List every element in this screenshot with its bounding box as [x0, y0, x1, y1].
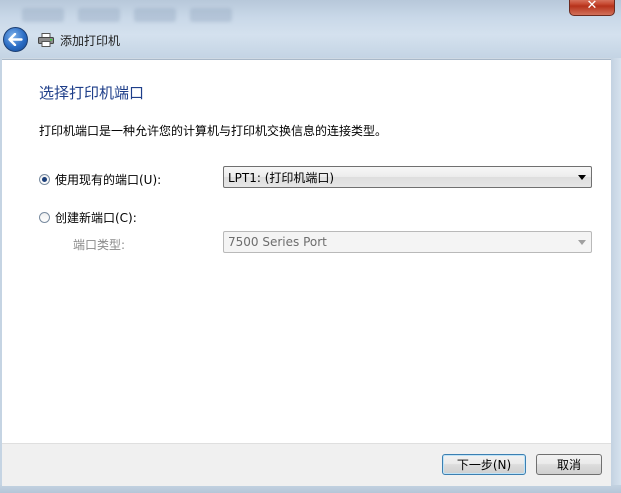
close-icon: ✕ [586, 0, 598, 13]
create-new-port-label[interactable]: 创建新端口(C): [55, 209, 137, 226]
blurred-menu-item [22, 8, 64, 22]
window-frame-bottom [0, 485, 621, 493]
create-new-port-radio[interactable] [39, 212, 50, 223]
dropdown-arrow-icon [578, 240, 586, 245]
cancel-button[interactable]: 取消 [536, 454, 602, 475]
existing-port-value: LPT1: (打印机端口) [228, 170, 335, 185]
wizard-content: 选择打印机端口 打印机端口是一种允许您的计算机与打印机交换信息的连接类型。 使用… [2, 59, 611, 444]
page-title: 选择打印机端口 [39, 84, 145, 102]
port-type-select[interactable]: 7500 Series Port [223, 231, 592, 253]
cancel-button-label: 取消 [556, 458, 581, 472]
window-frame-right [611, 58, 621, 493]
wizard-footer: 下一步(N) 取消 [2, 443, 611, 486]
existing-port-select[interactable]: LPT1: (打印机端口) [223, 166, 592, 188]
next-button-label: 下一步(N) [456, 458, 512, 472]
page-description: 打印机端口是一种允许您的计算机与打印机交换信息的连接类型。 [39, 124, 388, 138]
create-new-port-option[interactable]: 创建新端口(C): [39, 209, 137, 226]
dropdown-arrow-icon [578, 175, 586, 180]
blurred-menu-item [78, 8, 120, 22]
window-title-area: 添加打印机 [38, 31, 120, 49]
window-title: 添加打印机 [60, 33, 121, 48]
close-button[interactable]: ✕ [569, 0, 615, 16]
use-existing-port-option[interactable]: 使用现有的端口(U): [39, 171, 161, 188]
port-type-value: 7500 Series Port [228, 235, 327, 249]
back-button[interactable] [3, 27, 28, 52]
next-button[interactable]: 下一步(N) [442, 454, 526, 475]
radio-selected-dot [42, 177, 47, 182]
blurred-menu-item [190, 8, 232, 22]
use-existing-port-label[interactable]: 使用现有的端口(U): [55, 171, 161, 188]
use-existing-port-radio[interactable] [39, 174, 50, 185]
printer-icon [38, 33, 54, 47]
blurred-menu-item [134, 8, 176, 22]
title-bar: ✕ 添加打印机 [0, 0, 621, 58]
back-arrow-icon [8, 33, 23, 46]
port-type-label: 端口类型: [73, 238, 126, 252]
